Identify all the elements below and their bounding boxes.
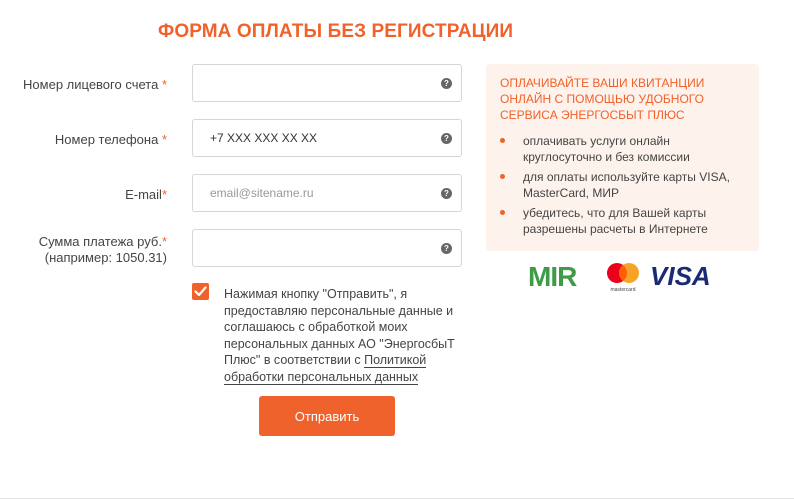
phone-field[interactable]: ? <box>192 119 462 157</box>
list-item: оплачивать услуги онлайн круглосуточно и… <box>500 133 745 165</box>
info-list: оплачивать услуги онлайн круглосуточно и… <box>500 133 745 237</box>
bullet-icon <box>500 174 505 179</box>
help-icon[interactable]: ? <box>441 78 452 89</box>
required-mark: * <box>161 187 167 202</box>
list-item: убедитесь, что для Вашей карты разрешены… <box>500 205 745 237</box>
checkmark-icon <box>194 286 207 297</box>
info-panel: ОПЛАЧИВАЙТЕ ВАШИ КВИТАНЦИИ ОНЛАЙН С ПОМО… <box>486 64 759 251</box>
amount-label-line1: Сумма платежа руб.* <box>38 234 167 249</box>
payment-logos: MIR mastercard VISA <box>528 261 711 293</box>
list-item-text: оплачивать услуги онлайн круглосуточно и… <box>523 134 690 164</box>
amount-label: Сумма платежа руб.* (например: 1050.31) <box>39 234 167 266</box>
help-icon[interactable]: ? <box>441 188 452 199</box>
help-icon[interactable]: ? <box>441 243 452 254</box>
svg-text:VISA: VISA <box>650 261 711 291</box>
consent-checkbox[interactable] <box>192 283 209 300</box>
list-item: для оплаты используйте карты VISA, Maste… <box>500 169 745 201</box>
required-mark: * <box>161 234 167 249</box>
mir-logo: MIR <box>528 261 578 292</box>
required-mark: * <box>161 77 167 92</box>
email-label-text: E-mail <box>125 187 162 202</box>
account-number-field[interactable]: ? <box>192 64 462 102</box>
divider <box>0 498 794 499</box>
bullet-icon <box>500 138 505 143</box>
consent-text: Нажимая кнопку "Отправить", я предоставл… <box>224 286 469 385</box>
visa-logo: VISA <box>650 261 711 291</box>
list-item-text: для оплаты используйте карты VISA, Maste… <box>523 170 730 200</box>
amount-field[interactable]: ? <box>192 229 462 267</box>
page-title: ФОРМА ОПЛАТЫ БЕЗ РЕГИСТРАЦИИ <box>158 21 514 42</box>
email-label: E-mail* <box>125 187 167 203</box>
email-field[interactable]: ? <box>192 174 462 212</box>
phone-input[interactable] <box>193 120 440 156</box>
amount-label-example: (например: 1050.31) <box>44 250 167 265</box>
help-icon[interactable]: ? <box>441 133 452 144</box>
account-number-input[interactable] <box>193 65 440 101</box>
phone-label: Номер телефона * <box>55 132 167 148</box>
email-input[interactable] <box>193 175 440 211</box>
submit-button[interactable]: Отправить <box>259 396 395 436</box>
required-mark: * <box>161 132 167 147</box>
mastercard-logo: mastercard <box>607 263 639 293</box>
svg-text:MIR: MIR <box>528 261 577 292</box>
svg-text:mastercard: mastercard <box>610 287 635 293</box>
info-title: ОПЛАЧИВАЙТЕ ВАШИ КВИТАНЦИИ ОНЛАЙН С ПОМО… <box>500 76 705 122</box>
phone-label-text: Номер телефона <box>54 132 159 147</box>
bullet-icon <box>500 210 505 215</box>
account-number-label-text: Номер лицевого счета <box>23 77 159 92</box>
list-item-text: убедитесь, что для Вашей карты разрешены… <box>523 206 708 236</box>
amount-input[interactable] <box>193 230 440 266</box>
account-number-label: Номер лицевого счета * <box>23 77 167 93</box>
